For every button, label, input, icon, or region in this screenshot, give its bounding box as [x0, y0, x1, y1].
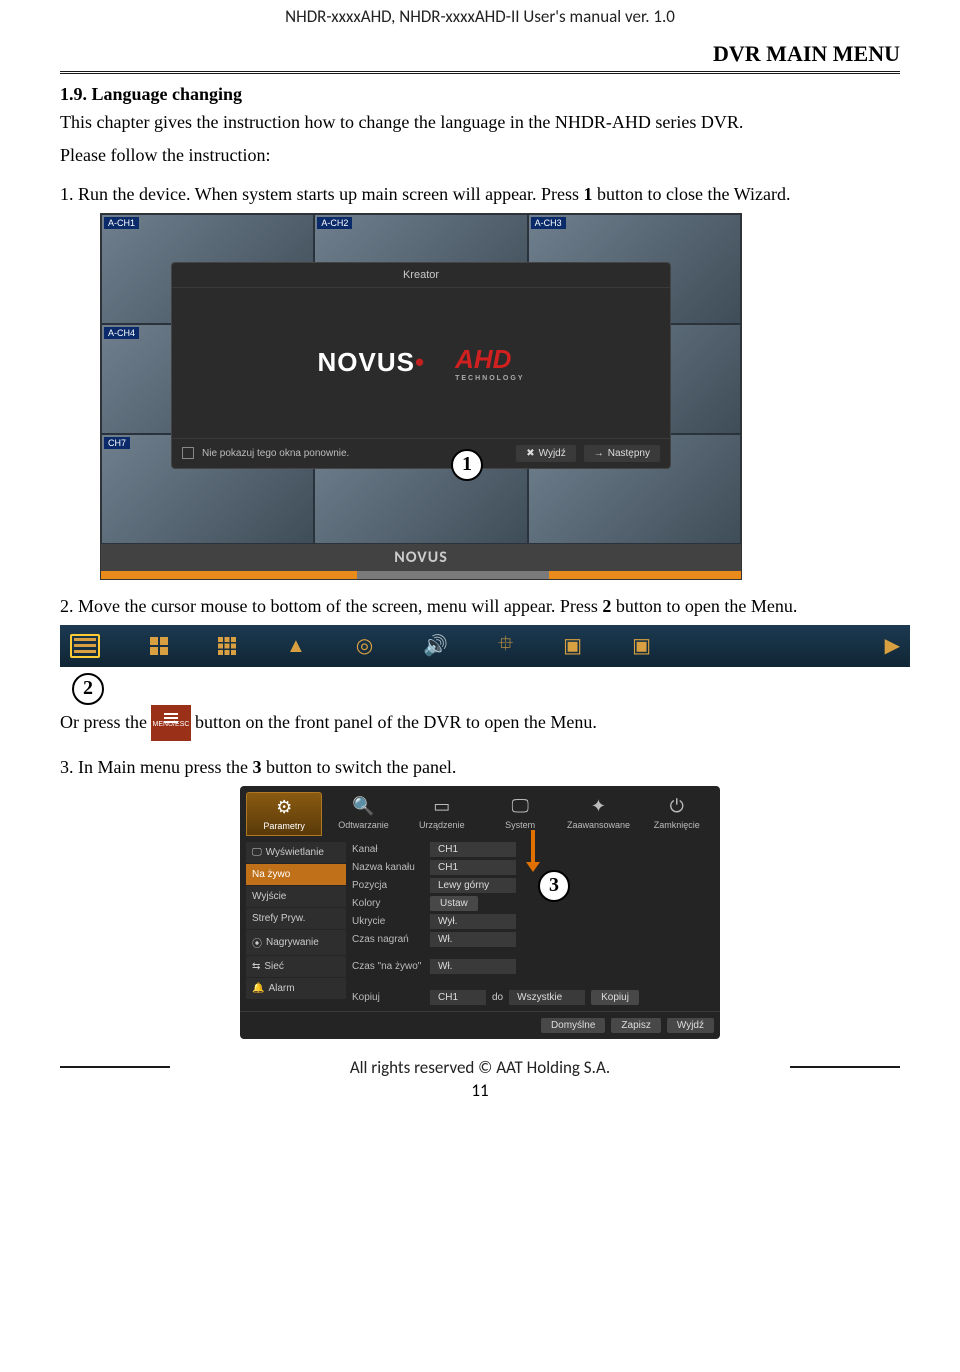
num1-icon[interactable]: ▣	[563, 633, 582, 658]
tab-odtwarzanie[interactable]: 🔍Odtwarzanie	[326, 792, 400, 836]
gear-icon: ⚙	[270, 797, 298, 819]
tools-icon: ✦	[584, 796, 612, 818]
wizard-dialog: Kreator NOVUS• AHDTECHNOLOGY Nie pokazuj…	[171, 262, 671, 469]
lbl-czas-nagran: Czas nagrań	[352, 934, 424, 945]
sidebar-item-alarm[interactable]: 🔔 Alarm	[246, 978, 346, 999]
val-nazwa[interactable]: CH1	[430, 860, 516, 875]
btn-wyjdz[interactable]: Wyjdź	[667, 1018, 714, 1033]
grid9-icon[interactable]	[218, 637, 236, 655]
intro-text-2: Please follow the instruction:	[60, 144, 900, 167]
sidebar-item-nazywo[interactable]: Na żywo	[246, 864, 346, 885]
pin-icon[interactable]: ⯐	[498, 629, 513, 663]
callout-3: 3	[538, 870, 570, 902]
sidebar-item-siec[interactable]: ⇆ Sieć	[246, 956, 346, 977]
novus-logo: NOVUS•	[318, 347, 426, 378]
val-czas-nagran[interactable]: Wł.	[430, 932, 516, 947]
step-3-text: 3. In Main menu press the 3 button to sw…	[60, 757, 900, 778]
cam-label: CH7	[104, 437, 130, 449]
footer-rule-right	[790, 1066, 900, 1068]
btn-kopiuj[interactable]: Kopiuj	[591, 990, 639, 1005]
screenshot-main-menu: ⚙Parametry 🔍Odtwarzanie ▭Urządzenie 🖵Sys…	[240, 786, 720, 1039]
page-header: NHDR-xxxxAHD, NHDR-xxxxAHD-II User's man…	[60, 0, 900, 41]
power-icon: ⏻	[663, 796, 691, 818]
target-icon[interactable]: ◎	[356, 633, 373, 658]
monitor-icon: 🖵	[506, 796, 534, 818]
play-icon[interactable]: ▶	[885, 633, 900, 658]
footer-text: All rights reserved © AAT Holding S.A.	[182, 1057, 778, 1078]
up-icon[interactable]: ▲	[286, 634, 306, 658]
lbl-do: do	[492, 992, 503, 1003]
drive-icon: ▭	[428, 796, 456, 818]
lbl-kopiuj: Kopiuj	[352, 992, 424, 1003]
tab-zaawansowane[interactable]: ✦Zaawansowane	[561, 792, 635, 836]
val-kopiuj-to[interactable]: Wszystkie	[509, 990, 585, 1005]
search-icon: 🔍	[349, 796, 377, 818]
btn-ustaw[interactable]: Ustaw	[430, 896, 478, 911]
callout-1: 1	[451, 449, 483, 481]
btn-domyslne[interactable]: Domyślne	[541, 1018, 605, 1033]
subsection-heading: 1.9. Language changing	[60, 84, 900, 105]
bottom-toolbar: ▲ ◎ 🔊 ⯐ ▣ ▣ ▶ 2	[60, 625, 910, 667]
tab-urzadzenie[interactable]: ▭Urządzenie	[405, 792, 479, 836]
lbl-czas-zywo: Czas "na żywo"	[352, 961, 424, 972]
sidebar-item-strefy[interactable]: Strefy Pryw.	[246, 908, 346, 929]
page-number: 11	[60, 1080, 900, 1101]
lbl-pozycja: Pozycja	[352, 880, 424, 891]
sidebar-item-wyswietlanie[interactable]: 🖵 Wyświetlanie	[246, 842, 346, 863]
speaker-icon[interactable]: 🔊	[423, 633, 448, 658]
num2-icon[interactable]: ▣	[632, 633, 651, 658]
lbl-kanal: Kanał	[352, 844, 424, 855]
sidebar-item-wyjscie[interactable]: Wyjście	[246, 886, 346, 907]
or-press-line: Or press the MENU/ESC button on the fron…	[60, 705, 900, 741]
ahd-logo: AHDTECHNOLOGY	[455, 344, 524, 382]
cam-label: A-CH3	[531, 217, 566, 229]
section-title: DVR MAIN MENU	[713, 41, 900, 67]
cam-label: A-CH2	[317, 217, 352, 229]
val-kopiuj-from[interactable]: CH1	[430, 990, 486, 1005]
tab-parametry[interactable]: ⚙Parametry	[246, 792, 322, 836]
checkbox-label: Nie pokazuj tego okna ponownie.	[202, 448, 349, 459]
btn-zapisz[interactable]: Zapisz	[611, 1018, 660, 1033]
next-button[interactable]: → Następny	[584, 445, 660, 462]
val-kanal[interactable]: CH1	[430, 842, 516, 857]
progress-bar	[101, 571, 741, 579]
cam-label: A-CH4	[104, 327, 139, 339]
exit-button[interactable]: ✖ Wyjdź	[516, 445, 576, 462]
wizard-title: Kreator	[172, 263, 670, 288]
intro-text-1: This chapter gives the instruction how t…	[60, 111, 900, 134]
tab-zamkniecie[interactable]: ⏻Zamknięcie	[640, 792, 714, 836]
screenshot-wizard: 01/20/2015 15:48:33 A-CH1 A-CH2 A-CH3 A-…	[100, 213, 742, 580]
footer-rule-left	[60, 1066, 170, 1068]
checkbox-dont-show[interactable]	[182, 447, 194, 459]
val-czas-zywo[interactable]: Wł.	[430, 959, 516, 974]
novus-footer-logo: NOVUS	[101, 544, 741, 571]
divider	[60, 71, 900, 74]
lbl-kolory: Kolory	[352, 898, 424, 909]
sidebar-item-nagrywanie[interactable]: ⦿ Nagrywanie	[246, 930, 346, 955]
menu-icon[interactable]	[70, 634, 100, 658]
lbl-nazwa: Nazwa kanału	[352, 862, 424, 873]
val-pozycja[interactable]: Lewy górny	[430, 878, 516, 893]
grid4-icon[interactable]	[150, 637, 168, 655]
callout-2: 2	[72, 673, 104, 705]
menu-esc-button[interactable]: MENU/ESC	[151, 705, 191, 741]
step-1-text: 1. Run the device. When system starts up…	[60, 184, 900, 205]
lbl-ukrycie: Ukrycie	[352, 916, 424, 927]
step-2-text: 2. Move the cursor mouse to bottom of th…	[60, 596, 900, 617]
cam-label: A-CH1	[104, 217, 139, 229]
val-ukrycie[interactable]: Wył.	[430, 914, 516, 929]
